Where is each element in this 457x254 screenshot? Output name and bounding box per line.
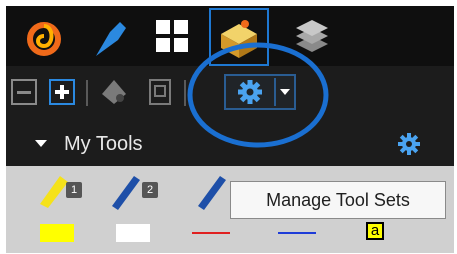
- collapse-button[interactable]: [10, 78, 38, 106]
- manage-tool-sets-group: [224, 74, 296, 110]
- grid-icon[interactable]: [150, 14, 198, 62]
- pin-icon[interactable]: [88, 14, 136, 62]
- my-tools-header: My Tools: [6, 122, 454, 166]
- text-tool-swatch: a: [366, 222, 384, 240]
- split-divider: [274, 78, 276, 106]
- manage-tool-sets-button[interactable]: [232, 78, 268, 106]
- collapse-section-button[interactable]: [34, 136, 48, 150]
- tool-sets-dropdown-button[interactable]: [278, 78, 292, 106]
- dropdown-icon: [280, 89, 290, 95]
- toolbar: [6, 66, 454, 122]
- tool-pen-white[interactable]: 2: [102, 166, 172, 253]
- chevron-down-icon: [35, 140, 47, 147]
- locate-icon: [102, 80, 126, 104]
- collapse-icon: [11, 79, 37, 105]
- tooltip: Manage Tool Sets: [230, 181, 446, 219]
- section-settings-button[interactable]: [396, 131, 422, 157]
- locate-button[interactable]: [96, 78, 132, 106]
- tool-highlighter[interactable]: 1: [28, 166, 98, 253]
- toolbar-divider: [86, 80, 88, 106]
- pen-icon: [112, 176, 150, 242]
- gear-icon: [238, 80, 262, 104]
- tab-toolbox[interactable]: [209, 8, 269, 66]
- swirl-logo-icon[interactable]: [20, 14, 68, 62]
- layers-icon[interactable]: [288, 14, 336, 62]
- section-title: My Tools: [64, 133, 143, 155]
- tool-number-badge: 1: [66, 182, 82, 198]
- toolbar-divider: [184, 80, 186, 106]
- gear-icon: [398, 133, 420, 155]
- tab-bar: [6, 6, 454, 66]
- tool-number-badge: 2: [142, 182, 158, 198]
- document-icon: [149, 79, 171, 105]
- document-button[interactable]: [146, 78, 174, 106]
- toolbox-icon: [215, 14, 263, 62]
- app-window: My Tools 1 2 a Manage Tool Sets: [6, 6, 454, 253]
- highlighter-icon: [40, 176, 74, 242]
- expand-button[interactable]: [48, 78, 76, 106]
- expand-icon: [49, 79, 75, 105]
